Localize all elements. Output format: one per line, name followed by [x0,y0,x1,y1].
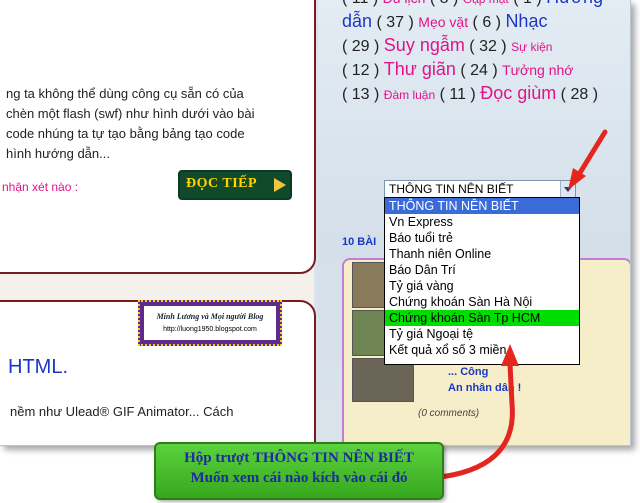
select-value: THÔNG TIN NÊN BIẾT [389,182,514,196]
callout-line-2: Muốn xem cái nào kích vào cái đó [190,470,408,486]
tag-link[interactable]: Nhạc [505,11,547,31]
screenshot-frame: ng ta không thể dùng công cụ sẵn có của … [0,0,631,446]
banner-url: http://luong1950.blogspot.com [163,326,257,333]
tag-count: ( 11 ) [342,0,383,7]
post-excerpt: ng ta không thể dùng công cụ sẵn có của … [6,84,296,164]
dropdown-option[interactable]: Vn Express [385,214,579,230]
callout-box: Hộp trượt THÔNG TIN NÊN BIẾT Muốn xem cá… [154,442,444,500]
excerpt-line: hình hướng dẫn... [6,146,110,161]
tag-count: ( 6 ) [468,14,506,31]
excerpt-line: ng ta không thể dùng công cụ sẵn có của [6,86,244,101]
tag-count: ( 1 ) [509,0,546,7]
tag-link[interactable]: Du lịch [383,0,426,6]
dropdown-option[interactable]: Báo tuổi trẻ [385,230,579,246]
tag-count: ( 28 ) [556,86,599,103]
callout-line-1: Hộp trượt THÔNG TIN NÊN BIẾT [184,450,414,466]
info-select[interactable]: THÔNG TIN NÊN BIẾT [384,180,576,198]
recent-posts-label: 10 BÀI [342,236,377,248]
tag-link[interactable]: Suy ngẫm [384,35,465,55]
chevron-down-icon[interactable] [560,181,575,197]
dropdown-option[interactable]: Kết quả xổ số 3 miền [385,342,579,358]
tag-link[interactable]: Gặp mặt [463,0,509,6]
post-card-1: ng ta không thể dùng công cụ sẵn có của … [0,0,316,274]
arrow-right-icon [274,178,286,192]
tag-link[interactable]: Đọc giùm [480,83,556,103]
blog-banner[interactable]: Minh Lương và Mọi người Blog http://luon… [138,300,282,346]
tag-cloud-row: ( 13 ) Đàm luận ( 11 ) Đọc giùm ( 28 ) [342,82,630,106]
tag-link[interactable]: Mẹo vặt [418,14,468,30]
tag-link[interactable]: dẫn [342,11,372,31]
tag-count: ( 24 ) [455,62,503,79]
read-more-label: ĐỌC TIẾP [186,176,258,191]
dropdown-option[interactable]: Chứng khoán Sàn Hà Nội [385,294,579,310]
right-sidebar: ( 11 ) Du lịch ( 8 ) Gặp mặt ( 1 ) Hướng… [318,0,630,445]
dropdown-option[interactable]: Thanh niên Online [385,246,579,262]
tag-cloud-row: ( 11 ) Du lịch ( 8 ) Gặp mặt ( 1 ) Hướng [342,0,630,10]
tag-cloud-row: dẫn ( 37 ) Mẹo vặt ( 6 ) Nhạc [342,10,630,34]
select-dropdown-list: THÔNG TIN NÊN BIẾT Vn Express Báo tuổi trẻ… [384,197,580,365]
tag-count: ( 11 ) [435,86,481,103]
tag-count: ( 32 ) [464,38,512,55]
tag-link[interactable]: Tưởng nhớ [502,62,573,78]
dropdown-option[interactable]: Tỷ giá vàng [385,278,579,294]
excerpt-line: code nhúng ta tự tạo bằng bảng tạo code [6,126,245,141]
read-more-button[interactable]: ĐỌC TIẾP [178,170,292,200]
excerpt-line: chèn một flash (swf) như hình dưới vào b… [6,106,255,121]
recent-post-link[interactable]: ... Công An nhân dân ! [448,364,624,396]
dropdown-option[interactable]: Chứng khoán Sàn Tp HCM [385,310,579,326]
dropdown-option[interactable]: Tỷ giá Ngoại tệ [385,326,579,342]
blog-banner-inner: Minh Lương và Mọi người Blog http://luon… [144,306,276,340]
tag-count: ( 29 ) [342,38,384,55]
left-column: ng ta không thể dùng công cụ sẵn có của … [0,0,316,445]
tag-link[interactable]: Đàm luận [384,88,435,102]
comments-link[interactable]: nhận xét nào : [2,180,78,194]
tag-cloud-row: ( 29 ) Suy ngẫm ( 32 ) Sự kiện [342,34,630,58]
banner-title: Minh Lương và Mọi người Blog [156,312,264,321]
dropdown-option[interactable]: Báo Dân Trí [385,262,579,278]
tag-cloud-row: ( 12 ) Thư giãn ( 24 ) Tưởng nhớ [342,58,630,82]
dropdown-option[interactable]: THÔNG TIN NÊN BIẾT [385,198,579,214]
tag-cloud: ( 11 ) Du lịch ( 8 ) Gặp mặt ( 1 ) Hướng… [342,0,630,106]
tag-link[interactable]: Thư giãn [384,59,456,79]
tag-count: ( 12 ) [342,62,384,79]
tag-count: ( 37 ) [372,14,419,31]
tag-count: ( 13 ) [342,86,384,103]
post-excerpt: nềm như Ulead® GIF Animator... Cách [10,404,234,419]
post-card-2: Minh Lương và Mọi người Blog http://luon… [0,300,316,445]
tag-link[interactable]: Sự kiện [511,40,552,54]
tag-count: ( 8 ) [425,0,462,7]
tag-link[interactable]: Hướng [546,0,603,7]
recent-post-comments[interactable]: (0 comments) [418,408,479,419]
post-title[interactable]: HTML. [8,356,68,379]
